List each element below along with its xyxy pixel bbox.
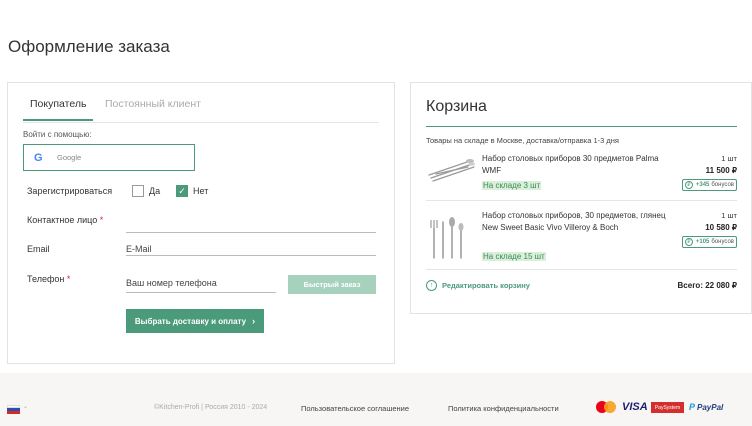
- cutlery-set-image[interactable]: [426, 212, 476, 262]
- contact-input[interactable]: [126, 219, 376, 233]
- phone-label-text: Телефон: [27, 274, 65, 284]
- user-agreement-link[interactable]: Пользовательское соглашение: [301, 404, 409, 413]
- select-delivery-label: Выбрать доставку и оплату: [134, 316, 247, 326]
- google-icon: G: [34, 151, 43, 164]
- cart-total: Всего: 22 080 ₽: [677, 281, 737, 290]
- russia-flag-icon[interactable]: [7, 405, 20, 414]
- bonus-amount: +345: [695, 182, 710, 188]
- cart-item: Набор столовых приборов, 30 предметов, г…: [426, 208, 737, 270]
- cart-title-divider: [426, 126, 737, 127]
- tab-regular-customer[interactable]: Постоянный клиент: [105, 98, 201, 110]
- required-mark: *: [99, 215, 104, 225]
- cart-title: Корзина: [426, 98, 487, 115]
- item-qty: 1 шт: [721, 154, 737, 163]
- phone-label: Телефон *: [27, 274, 70, 284]
- edit-cart-link[interactable]: ↑ Редактировать корзину: [426, 280, 530, 291]
- page-title: Оформление заказа: [8, 37, 170, 56]
- register-no-checkbox[interactable]: ✓: [176, 185, 188, 197]
- arrow-up-circle-icon: ↑: [426, 280, 437, 291]
- register-no-label: Нет: [193, 186, 209, 196]
- item-stock: На складе 3 шт: [482, 181, 542, 190]
- bonus-badge: ₽ +345 бонусов: [681, 179, 737, 191]
- bonus-label: бонусов: [711, 239, 734, 245]
- register-yes-checkbox[interactable]: [132, 185, 144, 197]
- select-delivery-button[interactable]: Выбрать доставку и оплату ›: [126, 309, 264, 333]
- paypal-label: PayPal: [697, 402, 724, 412]
- quick-order-button[interactable]: Быстрый заказ: [288, 275, 376, 294]
- tab-buyer[interactable]: Покупатель: [23, 98, 94, 121]
- privacy-policy-link[interactable]: Политика конфиденциальности: [448, 404, 559, 413]
- contact-label: Контактное лицо *: [27, 215, 103, 225]
- copyright: ©Kitchen-Profi | Россия 2010 - 2024: [154, 404, 268, 411]
- contact-label-text: Контактное лицо: [27, 215, 98, 225]
- bonus-amount: +105: [695, 239, 710, 245]
- item-name[interactable]: Набор столовых приборов 30 предметов Pal…: [482, 153, 672, 177]
- bonus-badge: ₽ +105 бонусов: [681, 236, 737, 248]
- item-price: 11 500 ₽: [705, 166, 737, 175]
- visa-logo: VISA: [622, 401, 648, 413]
- tabs-divider: [23, 122, 379, 123]
- edit-cart-label: Редактировать корзину: [442, 281, 530, 290]
- item-name[interactable]: Набор столовых приборов, 30 предметов, г…: [482, 210, 672, 234]
- email-label: Email: [27, 244, 50, 254]
- register-yes-label: Да: [149, 186, 161, 196]
- phone-input[interactable]: [126, 273, 276, 293]
- google-label: Google: [57, 153, 82, 162]
- item-price: 10 580 ₽: [705, 223, 737, 232]
- bonus-label: бонусов: [711, 182, 734, 188]
- cart-panel: Корзина Товары на складе в Москве, доста…: [410, 82, 752, 314]
- chevron-down-icon[interactable]: ⌄: [23, 403, 28, 410]
- paysystem-logo: PaySystem: [651, 402, 684, 413]
- paypal-logo: P PayPal: [689, 400, 723, 414]
- stock-note: Товары на складе в Москве, доставка/отпр…: [426, 136, 619, 145]
- paypal-icon: P: [689, 402, 696, 412]
- item-stock: На складе 15 шт: [482, 252, 546, 261]
- register-label: Зарегистрироваться: [27, 186, 113, 196]
- required-mark: *: [66, 274, 71, 284]
- mastercard-logo: [596, 400, 618, 414]
- google-login-button[interactable]: G Google: [23, 144, 195, 171]
- login-with-label: Войти с помощью:: [23, 130, 92, 139]
- cutlery-set-image[interactable]: [426, 153, 476, 183]
- footer: ⌄ ©Kitchen-Profi | Россия 2010 - 2024 По…: [0, 373, 752, 426]
- buyer-panel: Покупатель Постоянный клиент Войти с пом…: [7, 82, 395, 364]
- item-qty: 1 шт: [721, 211, 737, 220]
- bonus-icon: ₽: [684, 181, 693, 189]
- email-input[interactable]: [126, 242, 376, 256]
- cart-item: Набор столовых приборов 30 предметов Pal…: [426, 151, 737, 201]
- bonus-icon: ₽: [684, 238, 693, 246]
- chevron-right-icon: ›: [252, 316, 256, 326]
